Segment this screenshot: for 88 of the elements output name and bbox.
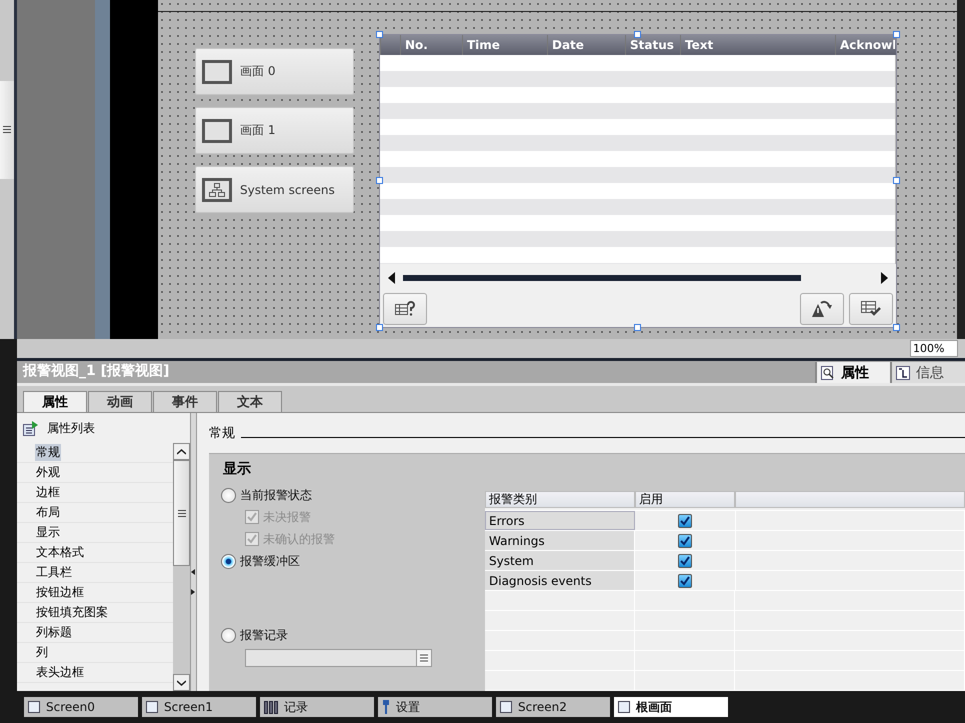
- option-label: 当前报警状态: [240, 486, 312, 504]
- arrow-left-icon: [191, 569, 195, 576]
- selection-handle[interactable]: [893, 31, 900, 38]
- table-cell: Warnings: [485, 531, 635, 550]
- info-arrow-icon: [896, 366, 910, 380]
- list-icon: [420, 654, 428, 662]
- grip-icon: [178, 510, 186, 517]
- selection-handle[interactable]: [376, 31, 383, 38]
- window-title: 报警视图_1 [报警视图]: [22, 362, 170, 382]
- zoom-field[interactable]: 100%: [910, 340, 958, 358]
- wrench-icon: [382, 700, 390, 714]
- archive-icon: [264, 700, 278, 714]
- table-cell: Errors: [485, 511, 635, 530]
- column-header: Acknowl: [835, 35, 895, 55]
- taskbar-button[interactable]: 设置: [378, 697, 492, 718]
- arrow-right-icon: [191, 589, 195, 596]
- scroll-down-button[interactable]: [173, 674, 190, 692]
- table-cell: Diagnosis events: [485, 571, 635, 590]
- selection-handle[interactable]: [893, 177, 900, 184]
- list-icon: [23, 420, 39, 436]
- screen-icon: [618, 701, 630, 714]
- radio-button[interactable]: [221, 628, 236, 643]
- selection-handle[interactable]: [893, 324, 900, 331]
- radio-button[interactable]: [221, 554, 236, 569]
- table-cell: System: [485, 551, 635, 570]
- log-select-field[interactable]: [245, 649, 432, 668]
- view-tab[interactable]: 信息: [890, 362, 965, 384]
- group-title: 显示: [223, 461, 251, 478]
- section-title: 常规: [209, 425, 235, 442]
- hierarchy-icon: [202, 178, 232, 202]
- screen-icon: [28, 701, 40, 714]
- screen-button[interactable]: 画面 1: [195, 107, 354, 154]
- screen-icon: [146, 701, 158, 714]
- tab[interactable]: 文本: [218, 391, 282, 412]
- tab[interactable]: 动画: [88, 391, 152, 412]
- taskbar-button[interactable]: Screen0: [24, 697, 138, 718]
- tab[interactable]: 事件: [153, 391, 217, 412]
- loop-alarm-button[interactable]: [800, 293, 844, 325]
- option-label: 报警缓冲区: [240, 552, 300, 570]
- taskbar-button[interactable]: 根画面: [614, 697, 728, 718]
- acknowledge-button[interactable]: [849, 293, 893, 325]
- table-help-icon: [395, 301, 415, 317]
- list-title: 属性列表: [47, 420, 95, 437]
- alarm-view[interactable]: No. Time Date Status Text Acknowl: [379, 34, 897, 328]
- screen-icon: [500, 701, 512, 714]
- screen-button[interactable]: System screens: [195, 166, 354, 213]
- view-tab[interactable]: 属性: [815, 362, 890, 384]
- screen-button[interactable]: 画面 0: [195, 48, 354, 95]
- chevron-down-icon: [177, 680, 186, 686]
- table-check-icon: [861, 301, 881, 317]
- selection-handle[interactable]: [634, 31, 641, 38]
- checkbox[interactable]: [678, 534, 692, 548]
- screen-icon: [202, 118, 232, 142]
- scrollbar-thumb[interactable]: [403, 274, 801, 280]
- option-label: 报警记录: [240, 626, 288, 644]
- check-icon: [680, 516, 690, 526]
- tab[interactable]: 属性: [23, 391, 87, 412]
- warning-arrow-icon: [812, 300, 832, 318]
- check-icon: [680, 556, 690, 566]
- selection-handle[interactable]: [634, 324, 641, 331]
- check-icon: [247, 512, 257, 522]
- selection-handle[interactable]: [376, 177, 383, 184]
- grip-icon: [3, 126, 11, 134]
- option-label: 未确认的报警: [263, 530, 335, 548]
- screen-icon: [202, 60, 232, 84]
- magnifier-icon: [821, 366, 835, 380]
- scrollbar-thumb[interactable]: [173, 460, 190, 566]
- property-item[interactable]: 常规: [17, 443, 173, 464]
- check-icon: [247, 534, 257, 544]
- taskbar-button[interactable]: Screen1: [142, 697, 256, 718]
- option-label: 未决报警: [263, 508, 311, 526]
- taskbar-button[interactable]: Screen2: [496, 697, 610, 718]
- check-icon: [680, 536, 690, 546]
- scroll-up-button[interactable]: [173, 443, 190, 460]
- scroll-left-icon[interactable]: [388, 272, 395, 284]
- column-header: 报警类别: [485, 491, 635, 508]
- checkbox[interactable]: [678, 514, 692, 528]
- taskbar-button[interactable]: 记录: [260, 697, 374, 718]
- check-icon: [680, 576, 690, 586]
- checkbox[interactable]: [678, 554, 692, 568]
- grip-handle[interactable]: [0, 80, 14, 179]
- chevron-up-icon: [177, 448, 186, 455]
- scroll-right-icon[interactable]: [881, 272, 888, 284]
- help-button[interactable]: [383, 293, 427, 325]
- checkbox[interactable]: [678, 574, 692, 588]
- radio-button[interactable]: [221, 488, 236, 503]
- column-header: 启用: [635, 491, 735, 508]
- selection-handle[interactable]: [376, 324, 383, 331]
